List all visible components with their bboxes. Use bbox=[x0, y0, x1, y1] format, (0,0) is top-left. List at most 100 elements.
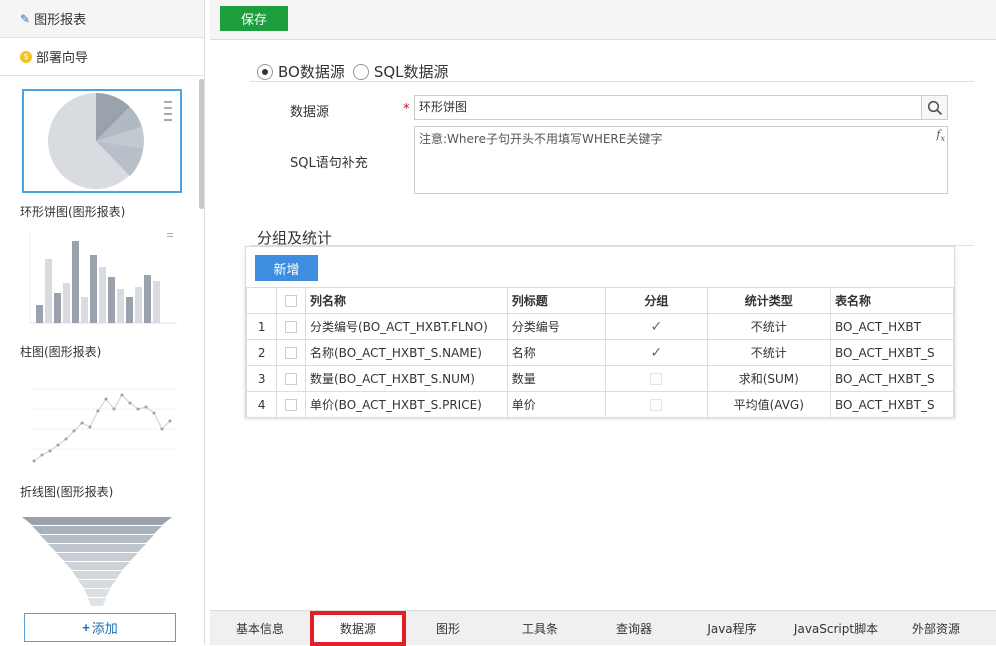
row-number: 4 bbox=[245, 391, 278, 418]
sql-supplement-label: SQL语句补充 bbox=[290, 156, 368, 171]
bottom-tab-bar: 基本信息 数据源 图形 工具条 查询器 Java程序 JavaScript脚本 … bbox=[210, 610, 996, 646]
funnel-chart-icon bbox=[22, 517, 172, 606]
group-checkbox[interactable] bbox=[650, 399, 663, 411]
datasource-label: 数据源 bbox=[290, 105, 330, 120]
stat-type-cell[interactable]: 不统计 bbox=[706, 339, 831, 366]
search-button[interactable] bbox=[921, 95, 948, 120]
thumbnail-pie-chart[interactable] bbox=[22, 89, 182, 193]
radio-sql-datasource[interactable] bbox=[352, 63, 369, 80]
thumbnail-label-bar: 柱图(图形报表) bbox=[20, 345, 102, 359]
row-number-header bbox=[245, 287, 278, 314]
group-cell[interactable]: ✓ bbox=[605, 339, 708, 366]
radio-sql-label[interactable]: SQL数据源 bbox=[374, 61, 449, 82]
new-button[interactable]: 新增 bbox=[255, 255, 318, 281]
required-marker: * bbox=[403, 102, 410, 117]
radio-bo-datasource[interactable] bbox=[257, 63, 273, 80]
table-name-cell[interactable]: BO_ACT_HXBT bbox=[829, 313, 955, 340]
column-header[interactable]: 列名称 bbox=[305, 287, 508, 314]
main-panel: BO数据源 SQL数据源 数据源 * 环形饼图 SQL语句补充 注意:Where… bbox=[210, 40, 996, 610]
table-name-cell[interactable]: BO_ACT_HXBT_S bbox=[829, 339, 955, 366]
checkmark-icon: ✓ bbox=[650, 344, 663, 361]
search-icon bbox=[927, 100, 942, 115]
line-chart-icon bbox=[30, 388, 177, 463]
select-all-header bbox=[276, 287, 306, 314]
tab-javascript[interactable]: JavaScript脚本 bbox=[786, 611, 886, 646]
pie-chart-icon bbox=[48, 92, 172, 189]
pencil-icon: ✎ bbox=[20, 11, 31, 26]
bar-chart-icon bbox=[29, 231, 177, 324]
thumbnail-bar-chart[interactable] bbox=[22, 227, 182, 331]
row-select-cell bbox=[276, 391, 306, 418]
select-all-checkbox[interactable] bbox=[285, 295, 298, 307]
column-title-cell[interactable]: 分类编号 bbox=[506, 313, 607, 340]
column-name-cell[interactable]: 名称(BO_ACT_HXBT_S.NAME) bbox=[305, 339, 508, 366]
function-icon[interactable]: fx bbox=[936, 128, 945, 143]
tab-java-program[interactable]: Java程序 bbox=[678, 611, 786, 646]
column-title-cell[interactable]: 名称 bbox=[506, 339, 607, 366]
column-title-cell[interactable]: 数量 bbox=[506, 365, 607, 392]
sql-supplement-textarea[interactable]: 注意:Where子句开头不用填写WHERE关键字 fx bbox=[414, 126, 948, 194]
column-title-cell[interactable]: 单价 bbox=[506, 391, 607, 418]
thumbnail-line-chart[interactable] bbox=[22, 369, 182, 473]
tab-chart[interactable]: 图形 bbox=[406, 611, 490, 646]
tab-external-resources[interactable]: 外部资源 bbox=[886, 611, 986, 646]
sql-placeholder: 注意:Where子句开头不用填写WHERE关键字 bbox=[419, 132, 663, 146]
group-checkbox[interactable] bbox=[650, 373, 663, 385]
coin-icon: $ bbox=[20, 50, 32, 63]
tab-basic-info[interactable]: 基本信息 bbox=[210, 611, 310, 646]
column-header[interactable]: 表名称 bbox=[829, 287, 955, 314]
plus-icon: + bbox=[82, 620, 90, 635]
row-select-cell bbox=[276, 313, 306, 340]
add-button[interactable]: + 添加 bbox=[24, 613, 176, 642]
tab-datasource[interactable]: 数据源 bbox=[310, 611, 406, 646]
group-cell[interactable] bbox=[605, 391, 708, 418]
checkmark-icon: ✓ bbox=[650, 318, 663, 335]
row-number: 3 bbox=[245, 365, 278, 392]
top-toolbar: 保存 bbox=[210, 0, 996, 40]
column-name-cell[interactable]: 分类编号(BO_ACT_HXBT.FLNO) bbox=[305, 313, 508, 340]
tab-query[interactable]: 查询器 bbox=[590, 611, 678, 646]
tab-toolbar[interactable]: 工具条 bbox=[490, 611, 590, 646]
stat-type-cell[interactable]: 不统计 bbox=[706, 313, 831, 340]
column-header[interactable]: 统计类型 bbox=[706, 287, 831, 314]
radio-bo-label[interactable]: BO数据源 bbox=[278, 61, 345, 82]
stat-type-cell[interactable]: 求和(SUM) bbox=[706, 365, 831, 392]
row-checkbox[interactable] bbox=[285, 321, 298, 333]
group-grid-panel: 新增 列名称 列标题 分组 统计类型 表名称 1 分类编号(BO_ACT_HXB… bbox=[245, 246, 955, 418]
sidebar-scrollbar[interactable] bbox=[199, 79, 204, 209]
datasource-type-selector: BO数据源 SQL数据源 bbox=[257, 61, 449, 82]
group-table: 列名称 列标题 分组 统计类型 表名称 1 分类编号(BO_ACT_HXBT.F… bbox=[245, 287, 955, 418]
table-row[interactable]: 2 名称(BO_ACT_HXBT_S.NAME) 名称 ✓ 不统计 BO_ACT… bbox=[245, 339, 955, 366]
thumbnail-funnel-chart[interactable] bbox=[22, 509, 182, 607]
table-name-cell[interactable]: BO_ACT_HXBT_S bbox=[829, 391, 955, 418]
row-checkbox[interactable] bbox=[285, 373, 298, 385]
datasource-input[interactable]: 环形饼图 bbox=[414, 95, 948, 120]
column-header[interactable]: 分组 bbox=[605, 287, 708, 314]
deploy-wizard-label: 部署向导 bbox=[36, 51, 89, 66]
sidebar: ✎ 图形报表 $ 部署向导 环形饼图(图形报表) 柱图(图形报表) 折线图(图形… bbox=[0, 0, 205, 645]
row-checkbox[interactable] bbox=[285, 399, 298, 411]
group-cell[interactable] bbox=[605, 365, 708, 392]
table-row[interactable]: 4 单价(BO_ACT_HXBT_S.PRICE) 单价 平均值(AVG) BO… bbox=[245, 391, 955, 418]
sidebar-title: 图形报表 bbox=[34, 13, 87, 28]
row-select-cell bbox=[276, 339, 306, 366]
table-row[interactable]: 1 分类编号(BO_ACT_HXBT.FLNO) 分类编号 ✓ 不统计 BO_A… bbox=[245, 313, 955, 340]
row-checkbox[interactable] bbox=[285, 347, 298, 359]
add-label: 添加 bbox=[91, 621, 118, 636]
thumbnail-list[interactable]: 环形饼图(图形报表) 柱图(图形报表) 折线图(图形报表) bbox=[0, 77, 205, 607]
divider bbox=[250, 81, 974, 82]
table-row[interactable]: 3 数量(BO_ACT_HXBT_S.NUM) 数量 求和(SUM) BO_AC… bbox=[245, 365, 955, 392]
deploy-wizard-link[interactable]: $ 部署向导 bbox=[0, 38, 204, 76]
save-button[interactable]: 保存 bbox=[220, 6, 288, 31]
column-name-cell[interactable]: 单价(BO_ACT_HXBT_S.PRICE) bbox=[305, 391, 508, 418]
group-cell[interactable]: ✓ bbox=[605, 313, 708, 340]
stat-type-cell[interactable]: 平均值(AVG) bbox=[706, 391, 831, 418]
thumbnail-label-pie: 环形饼图(图形报表) bbox=[20, 205, 126, 219]
column-header[interactable]: 列标题 bbox=[506, 287, 607, 314]
table-header-row: 列名称 列标题 分组 统计类型 表名称 bbox=[245, 287, 955, 314]
table-name-cell[interactable]: BO_ACT_HXBT_S bbox=[829, 365, 955, 392]
thumbnail-label-line: 折线图(图形报表) bbox=[20, 485, 114, 499]
column-name-cell[interactable]: 数量(BO_ACT_HXBT_S.NUM) bbox=[305, 365, 508, 392]
row-number: 1 bbox=[245, 313, 278, 340]
sidebar-header: ✎ 图形报表 bbox=[0, 0, 204, 38]
